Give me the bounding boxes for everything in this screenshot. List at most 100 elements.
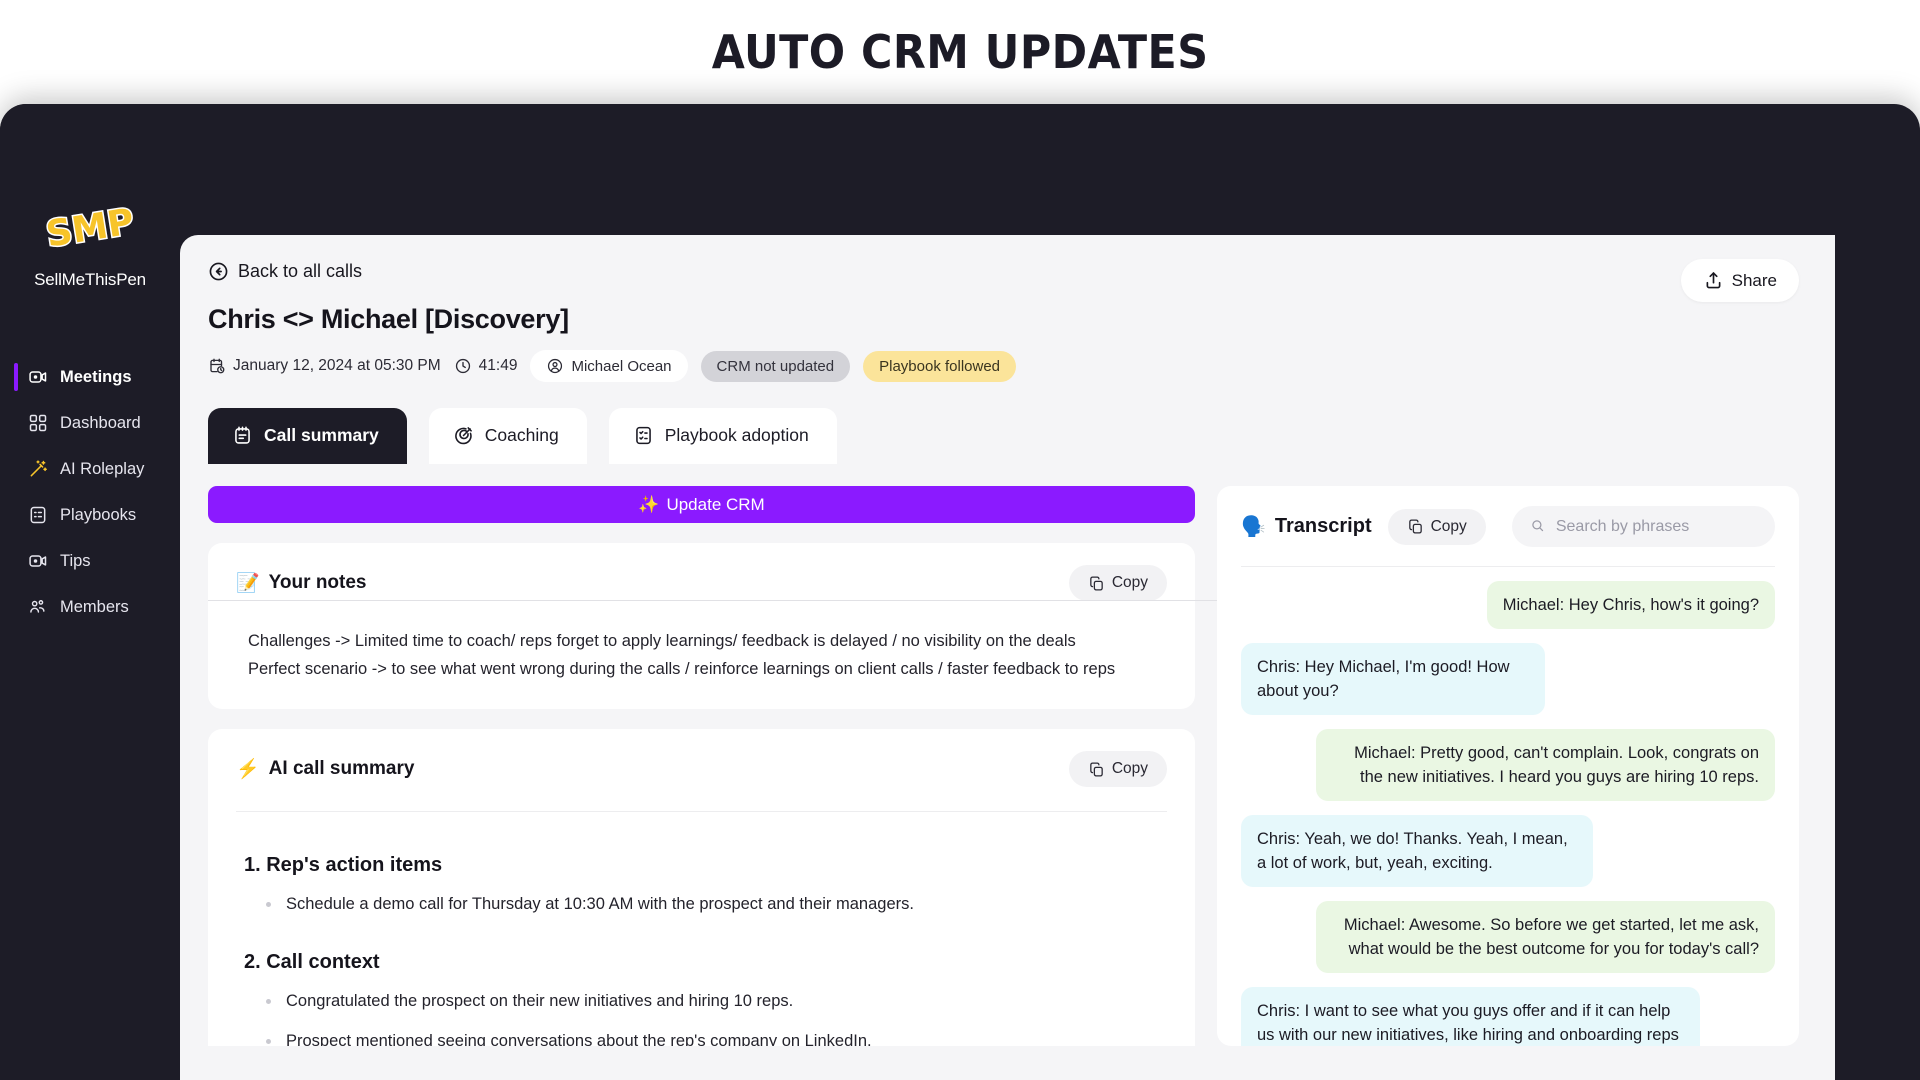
- magic-wand-icon: [28, 459, 48, 479]
- search-icon: [1530, 518, 1545, 535]
- summary-section-heading: 1. Rep's action items: [244, 854, 443, 876]
- clock-icon: [454, 357, 472, 375]
- tab-playbook-adoption[interactable]: Playbook adoption: [608, 408, 837, 464]
- back-label: Back to all calls: [238, 261, 363, 281]
- memo-emoji-icon: 📝: [236, 573, 260, 594]
- target-pencil-icon: [453, 425, 474, 446]
- transcript-message: Michael: Hey Chris, how's it going?: [1486, 581, 1775, 629]
- video-camera-icon: [28, 551, 48, 571]
- your-notes-body: Challenges -> Limited time to coach/ rep…: [236, 627, 1167, 683]
- playbook-status-badge: Playbook followed: [863, 350, 1017, 382]
- copy-label: Copy: [1430, 517, 1467, 535]
- share-label: Share: [1731, 270, 1777, 290]
- checklist-file-icon: [633, 425, 654, 446]
- your-notes-label: Your notes: [268, 572, 367, 593]
- transcript-column: 🗣️ Transcript Copy Search by phrases Mic…: [1217, 486, 1799, 1046]
- summary-divider: [236, 811, 1167, 812]
- ai-call-summary-label: AI call summary: [268, 758, 415, 779]
- sidebar-item-members[interactable]: Members: [0, 586, 180, 628]
- playbook-status-label: Playbook followed: [879, 357, 1001, 375]
- calendar-clock-icon: [208, 357, 226, 375]
- summary-section-bullets: Congratulated the prospect on their new …: [236, 988, 1167, 1046]
- back-to-all-calls-button[interactable]: Back to all calls: [208, 261, 1799, 282]
- content-columns: ✨ Update CRM 📝 Your notes Copy Challenge…: [208, 486, 1799, 1046]
- smp-logo-icon: SMP: [42, 192, 138, 264]
- tab-coaching[interactable]: Coaching: [428, 408, 587, 464]
- summary-section-bullets: Schedule a demo call for Thursday at 10:…: [236, 891, 1167, 917]
- speaking-head-emoji-icon: 🗣️: [1241, 516, 1266, 538]
- copy-summary-button[interactable]: Copy: [1068, 751, 1167, 787]
- copy-icon: [1407, 518, 1424, 535]
- sidebar-item-label: Members: [60, 597, 129, 616]
- share-button[interactable]: Share: [1680, 259, 1799, 302]
- participant-label: Michael Ocean: [571, 357, 672, 375]
- tab-call-summary[interactable]: Call summary: [208, 408, 407, 464]
- transcript-panel: 🗣️ Transcript Copy Search by phrases Mic…: [1217, 486, 1799, 1046]
- page-title: AUTO CRM UPDATES: [711, 25, 1209, 79]
- sidebar-item-playbooks[interactable]: Playbooks: [0, 494, 180, 536]
- summary-column: ✨ Update CRM 📝 Your notes Copy Challenge…: [208, 486, 1195, 1046]
- transcript-divider: [1241, 566, 1775, 567]
- main-content: Back to all calls Share Chris <> Michael…: [180, 235, 1835, 1080]
- transcript-message: Michael: Awesome. So before we get start…: [1315, 901, 1775, 973]
- lightning-emoji-icon: ⚡: [236, 759, 260, 780]
- user-circle-icon: [546, 357, 564, 375]
- transcript-message: Chris: I want to see what you guys offer…: [1241, 987, 1701, 1046]
- app-window: SMP SellMeThisPen Meetings Dashboard AI …: [0, 104, 1920, 1080]
- copy-label: Copy: [1111, 760, 1148, 777]
- arrow-left-circle-icon: [208, 261, 229, 282]
- update-crm-button[interactable]: ✨ Update CRM: [208, 486, 1195, 523]
- transcript-message: Michael: Pretty good, can't complain. Lo…: [1315, 729, 1775, 801]
- tab-label: Coaching: [484, 425, 559, 445]
- crm-status-label: CRM not updated: [716, 357, 835, 375]
- sidebar-item-meetings[interactable]: Meetings: [0, 356, 180, 398]
- brand-logo[interactable]: SMP SellMeThisPen: [0, 192, 180, 290]
- transcript-label: Transcript: [1274, 515, 1372, 537]
- sidebar-nav: Meetings Dashboard AI Roleplay Playbooks…: [0, 356, 180, 628]
- svg-text:SMP: SMP: [43, 201, 136, 255]
- page-banner: AUTO CRM UPDATES: [0, 0, 1920, 104]
- call-duration-label: 41:49: [478, 357, 518, 374]
- tab-label: Playbook adoption: [664, 425, 809, 445]
- search-input[interactable]: [1555, 517, 1757, 536]
- tab-label: Call summary: [264, 425, 379, 445]
- copy-transcript-button[interactable]: Copy: [1387, 508, 1486, 545]
- ai-call-summary-card: ⚡ AI call summary Copy 1. Rep's action i…: [208, 729, 1195, 1046]
- sidebar-item-ai-roleplay[interactable]: AI Roleplay: [0, 448, 180, 490]
- notebook-icon: [232, 425, 253, 446]
- sparkles-icon: ✨: [638, 494, 660, 514]
- copy-icon: [1088, 761, 1105, 778]
- video-camera-icon: [28, 367, 48, 387]
- participant-chip[interactable]: Michael Ocean: [530, 350, 688, 382]
- update-crm-label: Update CRM: [666, 494, 765, 514]
- summary-bullet: Schedule a demo call for Thursday at 10:…: [264, 891, 1167, 917]
- transcript-message: Chris: Yeah, we do! Thanks. Yeah, I mean…: [1241, 815, 1594, 887]
- call-meta-row: January 12, 2024 at 05:30 PM 41:49 Micha…: [208, 350, 1799, 382]
- sidebar-item-dashboard[interactable]: Dashboard: [0, 402, 180, 444]
- checklist-file-icon: [28, 505, 48, 525]
- summary-bullet: Prospect mentioned seeing conversations …: [264, 1028, 1167, 1046]
- call-date-label: January 12, 2024 at 05:30 PM: [233, 357, 441, 374]
- summary-bullet: Congratulated the prospect on their new …: [264, 988, 1167, 1014]
- call-duration: 41:49: [454, 357, 518, 375]
- sidebar-item-label: Playbooks: [60, 505, 137, 524]
- sidebar-item-label: Meetings: [60, 367, 132, 386]
- share-upload-icon: [1703, 270, 1724, 291]
- ai-call-summary-title: ⚡ AI call summary: [236, 757, 414, 781]
- your-notes-card: 📝 Your notes Copy Challenges -> Limited …: [208, 543, 1195, 709]
- tab-bar: Call summary Coaching Playbook adoption: [208, 408, 1799, 464]
- transcript-message: Chris: Hey Michael, I'm good! How about …: [1241, 643, 1546, 715]
- people-group-icon: [28, 597, 48, 617]
- transcript-messages: Michael: Hey Chris, how's it going? Chri…: [1241, 581, 1775, 1046]
- notes-line: Challenges -> Limited time to coach/ rep…: [248, 632, 1076, 650]
- crm-status-badge: CRM not updated: [700, 350, 851, 382]
- sidebar-item-label: Tips: [60, 551, 91, 570]
- copy-notes-button[interactable]: Copy: [1068, 565, 1167, 601]
- your-notes-title: 📝 Your notes: [236, 571, 367, 595]
- transcript-search[interactable]: [1511, 506, 1775, 547]
- sidebar-item-label: Dashboard: [60, 413, 141, 432]
- sidebar-item-tips[interactable]: Tips: [0, 540, 180, 582]
- notes-line: Perfect scenario -> to see what went wro…: [248, 660, 1116, 678]
- copy-label: Copy: [1111, 574, 1148, 591]
- grid-squares-icon: [28, 413, 48, 433]
